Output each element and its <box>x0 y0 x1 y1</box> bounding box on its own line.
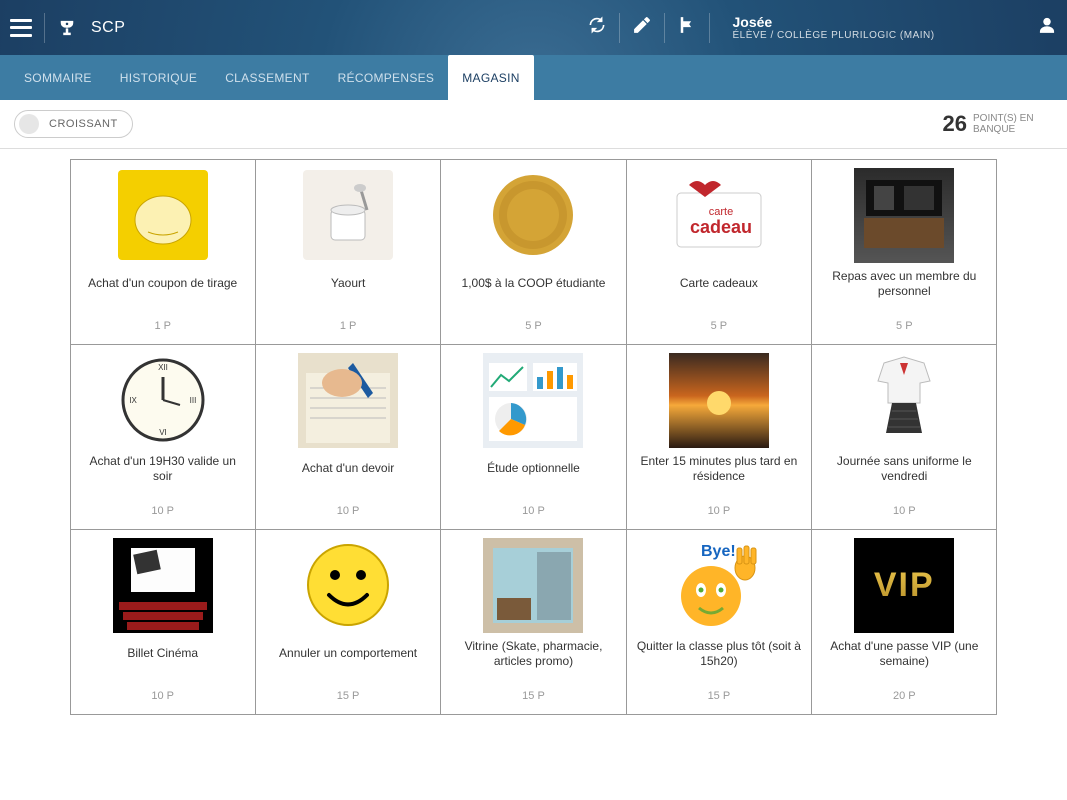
tab-récompenses[interactable]: RÉCOMPENSES <box>324 55 449 100</box>
sub-bar: CROISSANT 26 POINT(S) EN BANQUE <box>0 100 1067 149</box>
item-price: 10 P <box>522 505 545 521</box>
tab-historique[interactable]: HISTORIQUE <box>106 55 211 100</box>
store-item[interactable]: Achat d'un coupon de tirage 1 P <box>70 159 256 345</box>
item-title: Achat d'un 19H30 valide un soir <box>77 454 249 484</box>
item-price: 10 P <box>893 505 916 521</box>
app-header: SCP Josée ÉLÈVE / COLLÈGE PLURILOGIC (MA… <box>0 0 1067 55</box>
item-title: Achat d'une passe VIP (une semaine) <box>818 639 990 669</box>
store-item[interactable]: Annuler un comportement 15 P <box>255 529 441 715</box>
item-title: Achat d'un coupon de tirage <box>84 269 241 299</box>
svg-text:IX: IX <box>129 396 137 405</box>
item-thumb: VIP <box>854 538 954 633</box>
tab-bar: SOMMAIREHISTORIQUECLASSEMENTRÉCOMPENSESM… <box>0 55 1067 100</box>
flag-icon[interactable] <box>677 15 697 40</box>
refresh-icon[interactable] <box>587 15 607 40</box>
item-title: Yaourt <box>327 269 369 299</box>
store-item[interactable]: Journée sans uniforme le vendredi 10 P <box>811 344 997 530</box>
app-title: SCP <box>91 19 125 37</box>
store-item[interactable]: XII III VI IX Achat d'un 19H30 valide un so… <box>70 344 256 530</box>
menu-icon[interactable] <box>10 19 32 37</box>
tab-sommaire[interactable]: SOMMAIRE <box>10 55 106 100</box>
item-price: 10 P <box>708 505 731 521</box>
item-price: 15 P <box>522 690 545 706</box>
store-item[interactable]: Repas avec un membre du personnel 5 P <box>811 159 997 345</box>
item-thumb: XII III VI IX <box>113 353 213 448</box>
item-thumb <box>298 538 398 633</box>
store-item[interactable]: Étude optionnelle 10 P <box>440 344 626 530</box>
item-title: Carte cadeaux <box>676 269 762 299</box>
tab-magasin[interactable]: MAGASIN <box>448 55 533 100</box>
item-thumb <box>854 168 954 263</box>
item-title: Quitter la classe plus tôt (soit à 15h20… <box>633 639 805 669</box>
item-price: 5 P <box>711 320 728 336</box>
item-thumb <box>483 353 583 448</box>
item-thumb <box>298 353 398 448</box>
store-item[interactable]: Billet Cinéma 10 P <box>70 529 256 715</box>
toggle-knob <box>19 114 39 134</box>
item-title: Journée sans uniforme le vendredi <box>818 454 990 484</box>
item-thumb <box>113 538 213 633</box>
item-price: 5 P <box>525 320 542 336</box>
user-name: Josée <box>732 14 934 30</box>
item-thumb <box>669 353 769 448</box>
user-role: ÉLÈVE / COLLÈGE PLURILOGIC (MAIN) <box>732 30 934 41</box>
item-price: 1 P <box>340 320 357 336</box>
item-title: Étude optionnelle <box>483 454 584 484</box>
store-item[interactable]: VIP Achat d'une passe VIP (une semaine) … <box>811 529 997 715</box>
store-item[interactable]: Achat d'un devoir 10 P <box>255 344 441 530</box>
store-item[interactable]: Bye! Quitter la classe plus tôt (soit à … <box>626 529 812 715</box>
user-block[interactable]: Josée ÉLÈVE / COLLÈGE PLURILOGIC (MAIN) <box>732 14 934 41</box>
store-item[interactable]: Enter 15 minutes plus tard en résidence … <box>626 344 812 530</box>
points-label: POINT(S) EN BANQUE <box>973 113 1053 135</box>
profile-icon[interactable] <box>1037 15 1057 40</box>
item-price: 1 P <box>154 320 171 336</box>
item-thumb <box>483 538 583 633</box>
item-thumb <box>483 168 583 263</box>
item-thumb: Bye! <box>669 538 769 633</box>
item-title: 1,00$ à la COOP étudiante <box>458 269 610 299</box>
trophy-icon[interactable] <box>57 18 77 38</box>
svg-text:VI: VI <box>159 428 167 437</box>
sort-toggle[interactable]: CROISSANT <box>14 110 133 138</box>
item-price: 5 P <box>896 320 913 336</box>
sort-label: CROISSANT <box>49 118 118 130</box>
svg-text:XII: XII <box>158 363 168 372</box>
store-grid: Achat d'un coupon de tirage 1 P Yaourt 1… <box>70 159 997 714</box>
item-thumb <box>298 168 398 263</box>
store-item[interactable]: Yaourt 1 P <box>255 159 441 345</box>
store-item[interactable]: 1,00$ à la COOP étudiante 5 P <box>440 159 626 345</box>
item-price: 10 P <box>151 690 174 706</box>
item-title: Repas avec un membre du personnel <box>818 269 990 299</box>
item-thumb: cartecadeau <box>669 168 769 263</box>
points-value: 26 <box>943 111 967 137</box>
edit-icon[interactable] <box>632 15 652 40</box>
item-title: Achat d'un devoir <box>298 454 398 484</box>
store-item[interactable]: cartecadeau Carte cadeaux 5 P <box>626 159 812 345</box>
item-title: Annuler un comportement <box>275 639 421 669</box>
item-thumb <box>113 168 213 263</box>
item-price: 15 P <box>337 690 360 706</box>
item-price: 10 P <box>337 505 360 521</box>
svg-text:III: III <box>189 396 196 405</box>
store-item[interactable]: Vitrine (Skate, pharmacie, articles prom… <box>440 529 626 715</box>
item-price: 15 P <box>708 690 731 706</box>
svg-text:Bye!: Bye! <box>701 543 736 560</box>
item-thumb <box>854 353 954 448</box>
item-title: Vitrine (Skate, pharmacie, articles prom… <box>447 639 619 669</box>
tab-classement[interactable]: CLASSEMENT <box>211 55 323 100</box>
item-price: 20 P <box>893 690 916 706</box>
svg-text:cadeau: cadeau <box>690 217 752 237</box>
item-title: Billet Cinéma <box>123 639 202 669</box>
item-title: Enter 15 minutes plus tard en résidence <box>633 454 805 484</box>
points-balance: 26 POINT(S) EN BANQUE <box>943 111 1053 137</box>
item-price: 10 P <box>151 505 174 521</box>
